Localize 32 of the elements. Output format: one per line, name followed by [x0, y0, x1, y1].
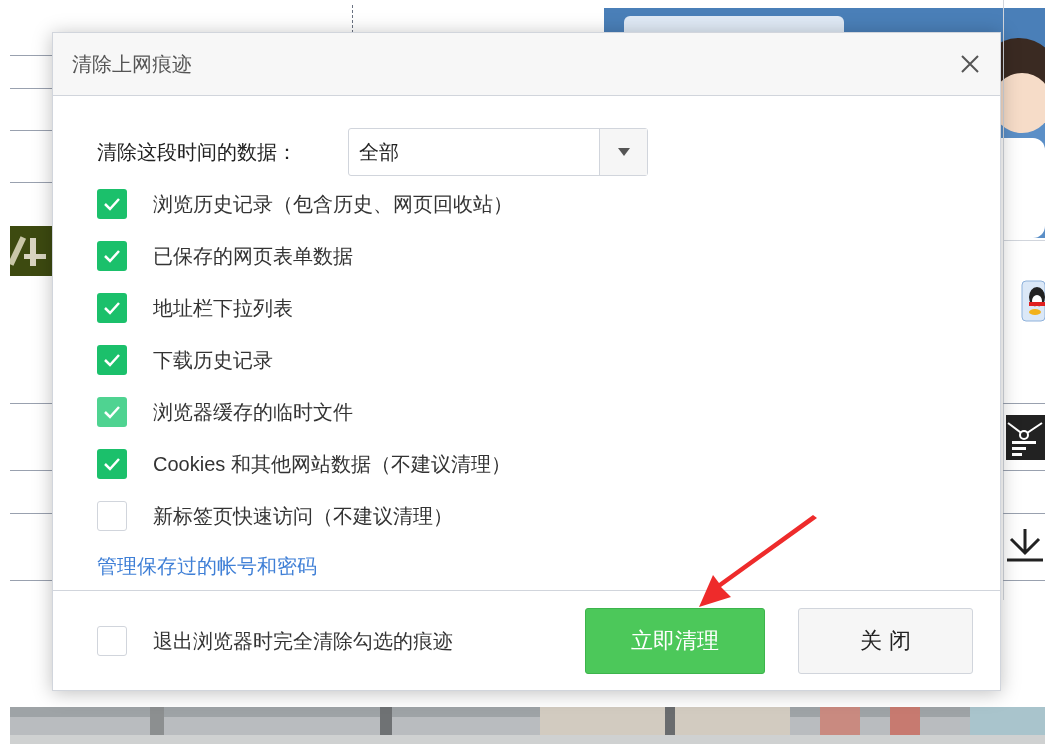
dropdown-caret-icon	[617, 148, 630, 156]
checkbox-label: 浏览器缓存的临时文件	[153, 400, 353, 425]
check-icon	[103, 353, 121, 367]
download-icon[interactable]	[1005, 527, 1045, 563]
checkbox[interactable]	[97, 397, 127, 427]
check-icon	[103, 197, 121, 211]
checkbox-label: 下载历史记录	[153, 348, 273, 373]
checkbox[interactable]	[97, 625, 127, 656]
checkbox[interactable]	[97, 345, 127, 375]
manage-passwords-link[interactable]: 管理保存过的帐号和密码	[97, 551, 317, 581]
envelope-icon[interactable]	[1006, 415, 1045, 460]
time-range-select[interactable]: 全部	[348, 128, 648, 176]
checkbox[interactable]	[97, 189, 127, 219]
close-button[interactable]: 关 闭	[798, 607, 973, 674]
checkbox-label: 浏览历史记录（包含历史、网页回收站）	[153, 192, 513, 217]
close-icon[interactable]	[960, 54, 980, 74]
dialog-title: 清除上网痕迹	[72, 52, 192, 77]
check-icon	[103, 405, 121, 419]
checkbox-label: 已保存的网页表单数据	[153, 244, 353, 269]
penguin-icon[interactable]	[1021, 280, 1045, 322]
checkbox-label: 退出浏览器时完全清除勾选的痕迹	[153, 628, 453, 654]
check-icon	[103, 249, 121, 263]
checkbox-label: 地址栏下拉列表	[153, 296, 293, 321]
checkbox[interactable]	[97, 449, 127, 479]
time-range-label: 清除这段时间的数据：	[97, 140, 298, 165]
checkbox-label: 新标签页快速访问（不建议清理）	[153, 504, 453, 529]
checkbox[interactable]	[97, 293, 127, 323]
check-icon	[103, 301, 121, 315]
checkbox[interactable]	[97, 501, 127, 531]
checkbox-label: Cookies 和其他网站数据（不建议清理）	[153, 452, 511, 477]
checkbox[interactable]	[97, 241, 127, 271]
check-icon	[103, 457, 121, 471]
